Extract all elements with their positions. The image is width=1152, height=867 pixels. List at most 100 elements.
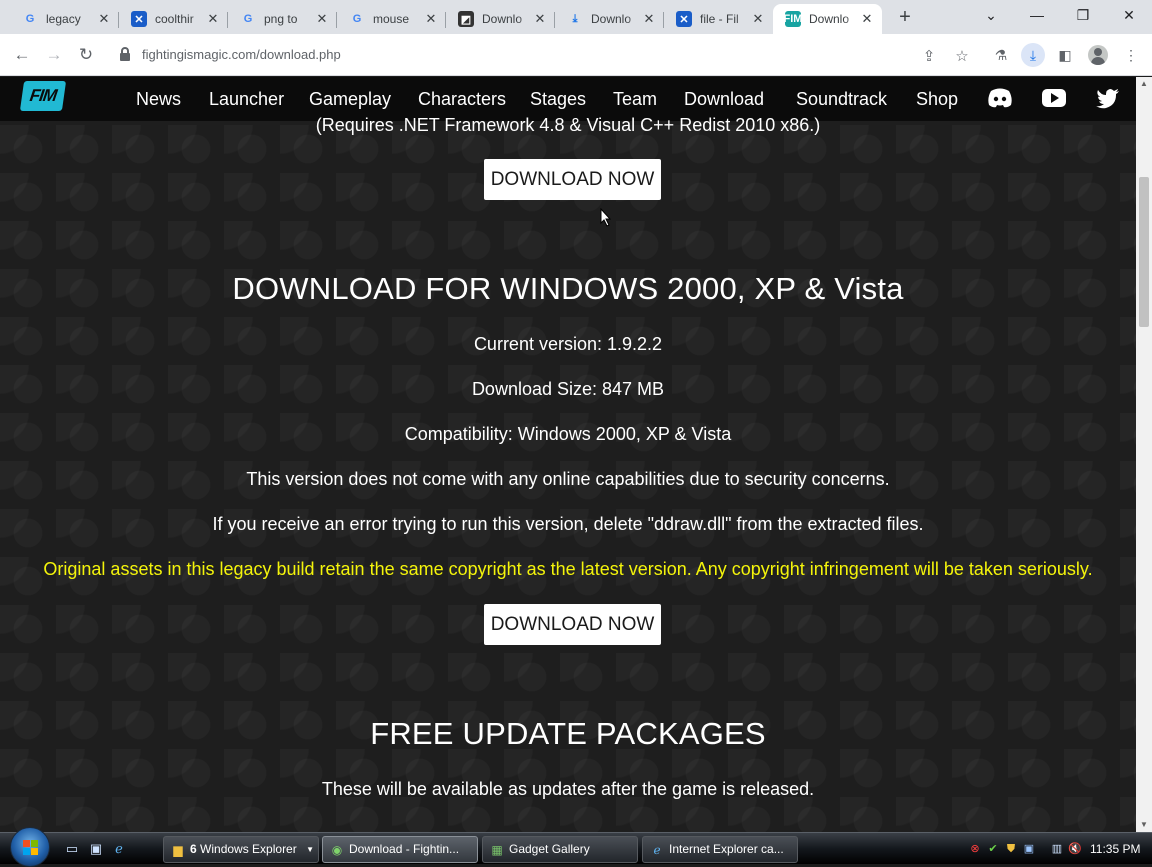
ddraw-error-note: If you receive an error trying to run th… xyxy=(212,514,924,534)
online-capabilities-note: This version does not come with any onli… xyxy=(246,469,890,489)
chrome-icon: ◉ xyxy=(331,843,343,857)
forward-arrow-icon[interactable]: → xyxy=(42,43,66,67)
nav-link-gameplay[interactable]: Gameplay xyxy=(309,89,391,110)
youtube-icon[interactable] xyxy=(1041,87,1067,109)
browser-tab[interactable]: ✕ file - Fil ✕ xyxy=(664,4,773,34)
switch-windows-icon[interactable]: ▣ xyxy=(88,841,104,857)
checkmark-icon[interactable]: ✔ xyxy=(986,842,1000,856)
legacy-download-now-button[interactable]: DOWNLOAD NOW xyxy=(484,604,661,645)
close-icon[interactable]: ✕ xyxy=(860,11,874,27)
twitter-icon[interactable] xyxy=(1095,87,1121,109)
security-alert-icon[interactable]: ⊗ xyxy=(968,842,982,856)
menu-kebab-icon[interactable]: ⋮ xyxy=(1119,43,1143,67)
nav-link-stages[interactable]: Stages xyxy=(530,89,586,110)
tab-title: Downlo xyxy=(591,12,632,26)
close-icon[interactable]: ✕ xyxy=(206,11,220,27)
side-panel-icon[interactable]: ◧ xyxy=(1053,43,1077,67)
download-icon: ⤓ xyxy=(572,12,578,25)
taskbar-internet-explorer[interactable]: ℯ Internet Explorer ca... xyxy=(642,836,798,863)
discord-icon[interactable] xyxy=(987,87,1013,109)
nav-link-launcher[interactable]: Launcher xyxy=(209,89,284,110)
browser-tab[interactable]: G legacy ✕ xyxy=(10,4,119,34)
tab-title: file - Fil xyxy=(700,12,739,26)
close-icon[interactable]: ✕ xyxy=(533,11,547,27)
browser-tab[interactable]: ⤓ Downlo ✕ xyxy=(555,4,664,34)
task-count: 6 xyxy=(190,842,197,856)
browser-tab[interactable]: ✕ coolthir ✕ xyxy=(119,4,228,34)
nav-link-soundtrack[interactable]: Soundtrack xyxy=(796,89,887,110)
windows-taskbar: ▭ ▣ ℯ ▆ 6 Windows Explorer ▼ ◉ Download … xyxy=(0,827,1152,867)
restore-button[interactable]: ❐ xyxy=(1060,0,1106,30)
tab-title: Downlo xyxy=(809,12,850,26)
close-icon[interactable]: ✕ xyxy=(97,11,111,27)
show-desktop-icon[interactable]: ▭ xyxy=(64,841,80,857)
close-icon[interactable]: ✕ xyxy=(751,11,765,27)
reload-icon[interactable]: ↻ xyxy=(74,43,98,67)
profile-avatar[interactable] xyxy=(1088,45,1108,65)
taskbar-clock[interactable]: 11:35 PM xyxy=(1090,842,1140,856)
close-window-button[interactable]: ✕ xyxy=(1106,0,1152,30)
internet-explorer-icon: ℯ xyxy=(653,843,661,857)
lock-icon[interactable] xyxy=(120,47,130,61)
start-button[interactable] xyxy=(10,827,50,867)
nav-link-shop[interactable]: Shop xyxy=(916,89,958,110)
dropdown-arrow-icon: ▼ xyxy=(306,845,314,854)
shield-icon[interactable]: ⛊ xyxy=(1004,842,1018,856)
nav-link-news[interactable]: News xyxy=(136,89,181,110)
browser-tab[interactable]: ◩ Downlo ✕ xyxy=(446,4,555,34)
google-icon: G xyxy=(352,13,362,25)
downloads-icon[interactable]: ⤓ xyxy=(1021,43,1045,67)
download-size-text: Download Size: 847 MB xyxy=(471,379,665,399)
browser-tab-active[interactable]: FIM Downlo ✕ xyxy=(773,4,882,34)
task-label: Internet Explorer ca... xyxy=(669,842,784,856)
gadget-icon: ▦ xyxy=(491,843,503,857)
mouse-cursor-icon xyxy=(600,208,612,227)
taskbar-windows-explorer[interactable]: ▆ 6 Windows Explorer ▼ xyxy=(163,836,319,863)
scrollbar-thumb[interactable] xyxy=(1139,177,1149,327)
folder-icon: ▆ xyxy=(173,843,183,857)
volume-muted-icon[interactable]: 🔇 xyxy=(1068,842,1082,856)
address-bar[interactable]: fightingismagic.com/download.php ⇪ ☆ xyxy=(106,40,986,70)
internet-explorer-icon[interactable]: ℯ xyxy=(111,841,127,857)
nav-link-characters[interactable]: Characters xyxy=(418,89,506,110)
close-icon[interactable]: ✕ xyxy=(642,11,656,27)
network-icon[interactable]: ▥ xyxy=(1050,842,1064,856)
new-tab-button[interactable]: + xyxy=(894,6,916,28)
tab-title: png to xyxy=(264,12,298,26)
browser-tab-strip: G legacy ✕ ✕ coolthir ✕ G png to ✕ G mou… xyxy=(0,0,1152,34)
site-logo[interactable]: FIM xyxy=(19,81,67,111)
taskbar-gadget-gallery[interactable]: ▦ Gadget Gallery xyxy=(482,836,638,863)
app-tray-icon[interactable]: ▣ xyxy=(1022,842,1036,856)
google-icon: G xyxy=(243,13,253,25)
download-now-button[interactable]: DOWNLOAD NOW xyxy=(484,159,661,200)
minimize-button[interactable]: — xyxy=(1014,0,1060,30)
browser-tab[interactable]: G png to ✕ xyxy=(228,4,337,34)
web-page: FIM News Launcher Gameplay Characters St… xyxy=(0,77,1136,832)
bookmark-star-icon[interactable]: ☆ xyxy=(953,47,971,65)
task-label: Gadget Gallery xyxy=(509,842,590,856)
page-scrollbar[interactable]: ▲ ▼ xyxy=(1136,77,1152,832)
close-icon[interactable]: ✕ xyxy=(315,11,329,27)
site-icon: ◩ xyxy=(458,11,474,27)
close-icon[interactable]: ✕ xyxy=(424,11,438,27)
browser-tab[interactable]: G mouse ✕ xyxy=(337,4,446,34)
share-icon[interactable]: ⇪ xyxy=(920,47,938,65)
tab-title: coolthir xyxy=(155,12,194,26)
url-text[interactable]: fightingismagic.com/download.php xyxy=(142,47,341,62)
compatibility-text: Compatibility: Windows 2000, XP & Vista xyxy=(404,424,732,444)
tab-search-icon[interactable]: ⌄ xyxy=(968,0,1014,30)
site-icon: ✕ xyxy=(676,11,692,27)
task-label: Windows Explorer xyxy=(200,842,297,856)
task-label: Download - Fightin... xyxy=(349,842,460,856)
fim-icon: FIM xyxy=(783,11,803,27)
scroll-up-icon[interactable]: ▲ xyxy=(1136,77,1152,91)
nav-link-team[interactable]: Team xyxy=(613,89,657,110)
windows-logo-icon xyxy=(23,840,39,856)
extensions-icon[interactable]: ⚗ xyxy=(989,43,1013,67)
nav-link-download[interactable]: Download xyxy=(684,89,764,110)
scroll-down-icon[interactable]: ▼ xyxy=(1136,818,1152,832)
back-arrow-icon[interactable]: ← xyxy=(10,43,34,67)
legacy-download-heading: DOWNLOAD FOR WINDOWS 2000, XP & Vista xyxy=(232,271,904,306)
taskbar-chrome-download[interactable]: ◉ Download - Fightin... xyxy=(322,836,478,863)
tab-title: Downlo xyxy=(482,12,523,26)
